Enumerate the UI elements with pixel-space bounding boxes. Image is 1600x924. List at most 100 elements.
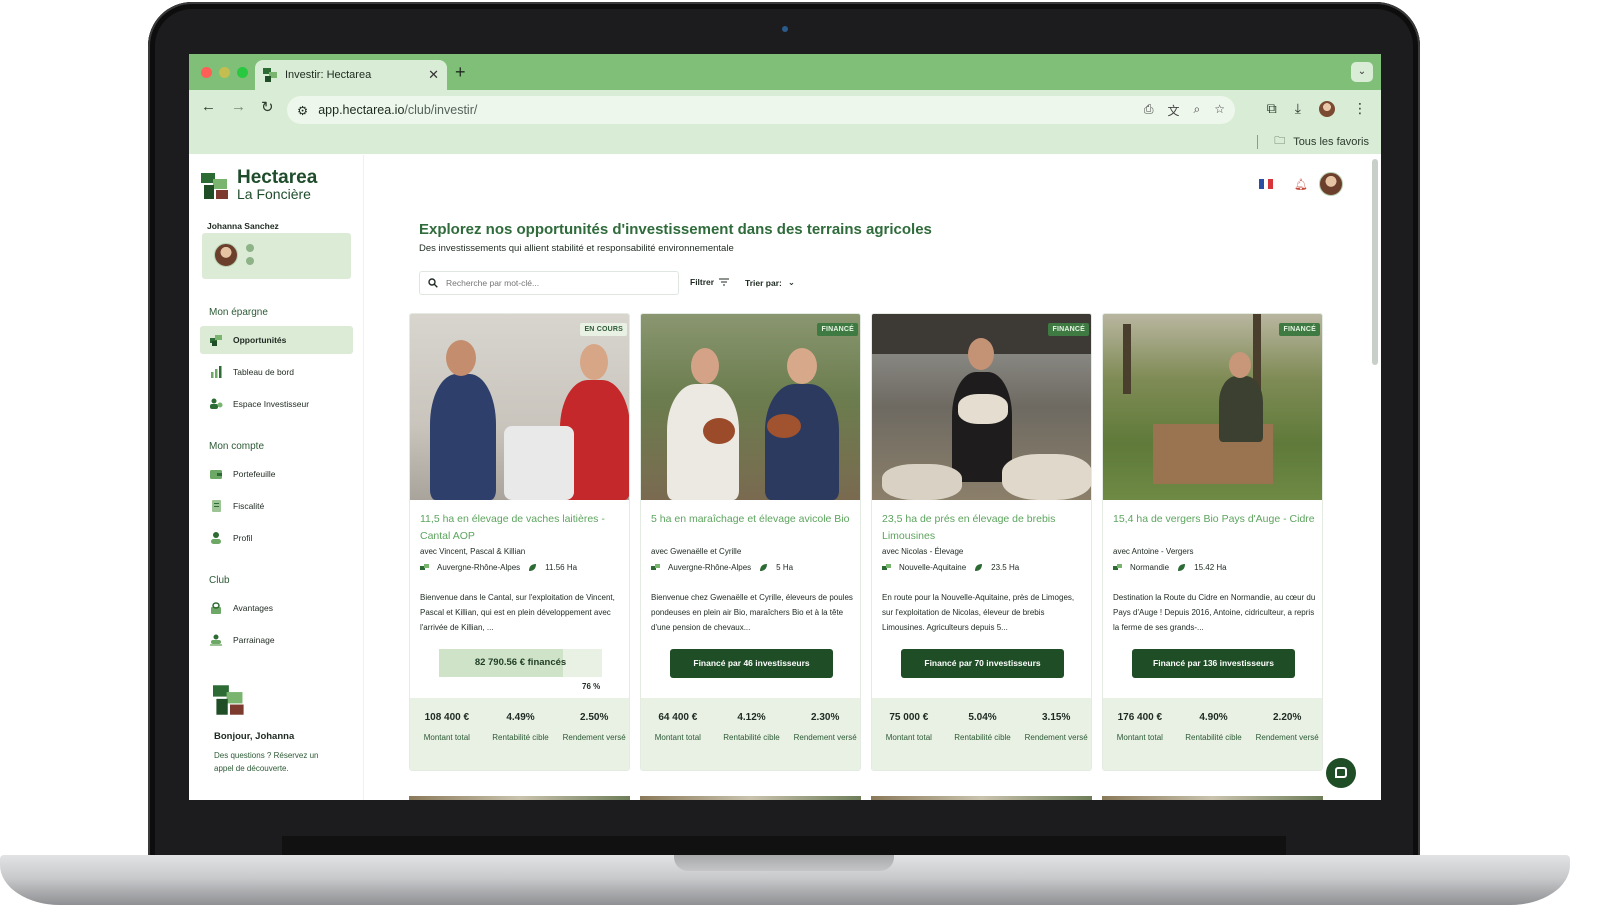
tab-search-button[interactable]: ⌄ xyxy=(1351,62,1373,82)
funded-by-button[interactable]: Financé par 136 investisseurs xyxy=(1132,649,1295,678)
extensions-icon[interactable]: ⧉ xyxy=(1267,100,1277,117)
back-arrow-icon[interactable]: ← xyxy=(201,98,216,115)
translate-icon[interactable]: 文 xyxy=(1167,102,1179,119)
filter-button[interactable]: Filtrer xyxy=(690,277,730,287)
card-area: 23.5 Ha xyxy=(991,563,1020,572)
opportunity-card[interactable]: FINANCÉ 15,4 ha de vergers Bio Pays d'Au… xyxy=(1102,313,1323,771)
download-icon[interactable]: ⤓ xyxy=(1295,100,1301,117)
search-input[interactable] xyxy=(446,278,666,288)
sidebar-item-referral[interactable]: Parrainage xyxy=(200,626,353,654)
chat-support-button[interactable] xyxy=(1326,758,1356,788)
paid-yield: 2.50% xyxy=(580,712,609,723)
forward-arrow-icon[interactable]: → xyxy=(231,98,246,115)
card-title[interactable]: 23,5 ha de prés en élevage de brebis Lim… xyxy=(882,511,1087,545)
close-window-button[interactable] xyxy=(201,67,212,78)
close-tab-icon[interactable]: ✕ xyxy=(428,67,439,83)
sidebar-item-wallet[interactable]: Portefeuille xyxy=(200,460,353,488)
wallet-icon xyxy=(210,468,223,480)
bookmark-star-icon[interactable]: ☆ xyxy=(1214,102,1225,119)
all-bookmarks-link[interactable]: Tous les favoris xyxy=(1293,136,1369,148)
card-photo: FINANCÉ xyxy=(872,314,1091,500)
stat-label: Rentabilité cible xyxy=(492,733,549,742)
status-dot-icon xyxy=(246,257,254,265)
tax-document-icon xyxy=(210,500,223,512)
user-card[interactable] xyxy=(202,233,351,279)
surface-leaf-icon xyxy=(974,563,983,572)
stat-label: Rentabilité cible xyxy=(1185,733,1242,742)
card-photo: FINANCÉ xyxy=(1103,314,1322,500)
brand-logo[interactable]: Hectarea La Foncière xyxy=(201,167,318,202)
sidebar-item-opportunities[interactable]: Opportunités xyxy=(200,326,353,354)
url-host: app.hectarea.io xyxy=(318,103,405,117)
benefits-icon xyxy=(210,602,223,614)
sidebar-item-label: Avantages xyxy=(233,603,274,613)
brand-tagline: La Foncière xyxy=(237,186,311,202)
sidebar: Hectarea La Foncière Johanna Sanchez Mon… xyxy=(189,155,364,800)
card-region: Auvergne-Rhône-Alpes xyxy=(668,563,752,572)
card-farmers: avec Gwenaëlle et Cyrille xyxy=(651,547,742,556)
sidebar-item-investor[interactable]: Espace Investisseur xyxy=(200,390,353,418)
sidebar-item-label: Portefeuille xyxy=(233,469,276,479)
site-settings-icon[interactable]: ⚙ xyxy=(297,103,308,118)
surface-leaf-icon xyxy=(759,563,768,572)
browser-tab[interactable]: Investir: Hectarea ✕ xyxy=(255,60,447,90)
card-farmers: avec Nicolas - Élevage xyxy=(882,547,964,556)
card-title[interactable]: 5 ha en maraîchage et élevage avicole Bi… xyxy=(651,511,856,528)
funded-amount: 82 790.56 € financés xyxy=(474,657,567,668)
search-box[interactable] xyxy=(419,271,679,295)
hectarea-favicon-icon xyxy=(263,68,277,82)
account-avatar[interactable] xyxy=(1319,172,1343,196)
sidebar-item-label: Tableau de bord xyxy=(233,367,294,377)
zoom-icon[interactable]: ⌕ xyxy=(1194,102,1201,119)
status-badge: FINANCÉ xyxy=(1279,323,1320,336)
screen: Investir: Hectarea ✕ + ⌄ ← → ↻ ⚙ app.hec… xyxy=(189,54,1381,800)
opportunity-card[interactable]: EN COURS 11,5 ha en élevage de vaches la… xyxy=(409,313,630,771)
location-icon xyxy=(882,563,891,572)
maximize-window-button[interactable] xyxy=(237,67,248,78)
more-menu-icon[interactable]: ⋮ xyxy=(1353,100,1367,117)
install-app-icon[interactable]: ⎙ xyxy=(1144,102,1154,119)
french-flag-icon[interactable] xyxy=(1259,179,1274,189)
sidebar-item-profile[interactable]: Profil xyxy=(200,524,353,552)
stat-label: Rendement versé xyxy=(1024,733,1088,742)
card-photo: FINANCÉ xyxy=(641,314,860,500)
card-stats: 75 000 € Montant total 5.04% Rentabilité c… xyxy=(872,698,1091,770)
reload-icon[interactable]: ↻ xyxy=(261,98,274,116)
card-description: En route pour la Nouvelle-Aquitaine, prè… xyxy=(882,593,1075,632)
new-tab-button[interactable]: + xyxy=(455,62,466,83)
progress-percent: 76 % xyxy=(582,682,601,691)
sidebar-item-tax[interactable]: Fiscalité xyxy=(200,492,353,520)
hectarea-logo-icon xyxy=(213,683,247,717)
location-icon xyxy=(651,563,660,572)
funded-by-button[interactable]: Financé par 46 investisseurs xyxy=(670,649,833,678)
card-title[interactable]: 15,4 ha de vergers Bio Pays d'Auge - Cid… xyxy=(1113,511,1318,528)
card-title[interactable]: 11,5 ha en élevage de vaches laitières -… xyxy=(420,511,625,545)
notification-bell-icon[interactable]: 🔔︎ xyxy=(1294,178,1308,191)
search-icon xyxy=(428,278,438,288)
minimize-window-button[interactable] xyxy=(219,67,230,78)
funded-by-button[interactable]: Financé par 70 investisseurs xyxy=(901,649,1064,678)
sidebar-item-dashboard[interactable]: Tableau de bord xyxy=(200,358,353,386)
tab-title: Investir: Hectarea xyxy=(285,69,372,81)
sidebar-item-benefits[interactable]: Avantages xyxy=(200,594,353,622)
opportunity-card[interactable]: FINANCÉ 23,5 ha de prés en élevage de br… xyxy=(871,313,1092,771)
address-bar[interactable]: ⚙ app.hectarea.io/club/investir/ ⎙ 文 ⌕ ☆ xyxy=(287,96,1235,124)
opportunities-icon xyxy=(210,334,223,346)
card-area: 15.42 Ha xyxy=(1194,563,1227,572)
status-badge: FINANCÉ xyxy=(1048,323,1089,336)
page-scrollbar[interactable] xyxy=(1372,159,1378,365)
section-account: Mon compte xyxy=(209,441,265,452)
chevron-down-icon: ⌄ xyxy=(787,277,795,287)
surface-leaf-icon xyxy=(528,563,537,572)
browser-profile-avatar[interactable] xyxy=(1319,100,1335,117)
brand-name: Hectarea xyxy=(237,167,318,188)
sort-dropdown[interactable]: Trier par: ⌄ xyxy=(745,277,795,288)
page-subtitle: Des investissements qui allient stabilit… xyxy=(419,243,734,254)
surface-leaf-icon xyxy=(1177,563,1186,572)
book-call-link[interactable]: Des questions ? Réservez un appel de déc… xyxy=(214,749,324,775)
opportunity-card[interactable]: FINANCÉ 5 ha en maraîchage et élevage av… xyxy=(640,313,861,771)
stat-label: Montant total xyxy=(885,733,932,742)
total-amount: 75 000 € xyxy=(889,712,929,723)
total-amount: 176 400 € xyxy=(1117,712,1163,723)
filter-icon xyxy=(719,278,730,286)
